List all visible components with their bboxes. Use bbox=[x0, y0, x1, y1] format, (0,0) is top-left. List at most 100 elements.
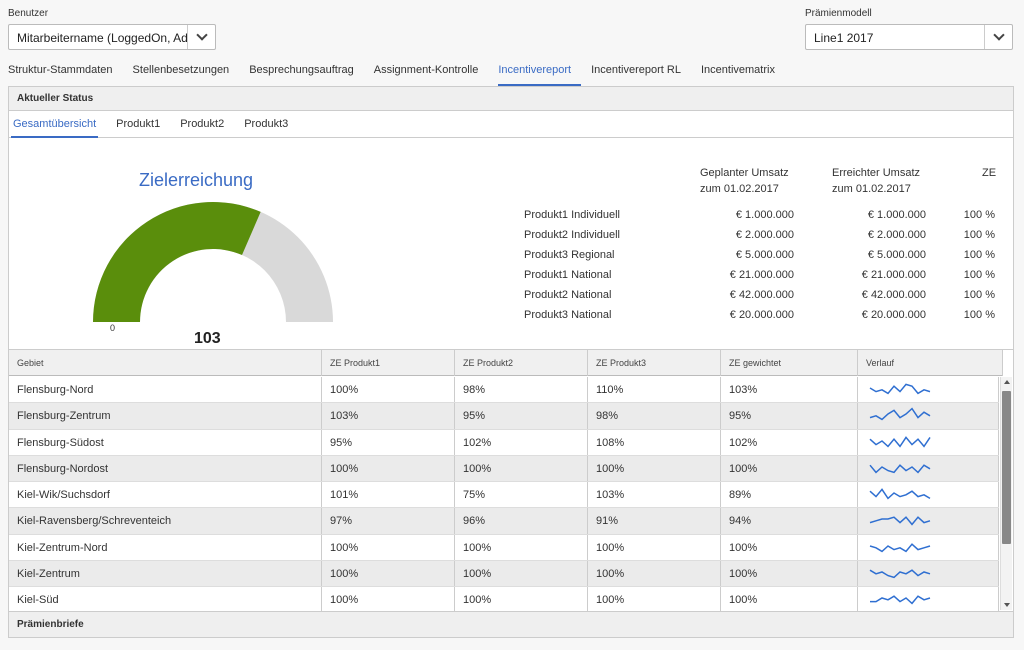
sparkline bbox=[869, 516, 931, 527]
cell-gebiet: Flensburg-Nord bbox=[9, 377, 322, 403]
scroll-down-icon[interactable] bbox=[1004, 603, 1010, 607]
summary-reached-value: € 42.000.000 bbox=[861, 289, 926, 301]
summary-row: Produkt2 Individuell € 2.000.000 € 2.000.0… bbox=[514, 229, 999, 249]
tab-assignment-kontrolle[interactable]: Assignment-Kontrolle bbox=[374, 62, 489, 86]
sparkline-line bbox=[869, 569, 931, 579]
table-row[interactable]: Flensburg-Nord 100% 98% 110% 103% bbox=[9, 377, 999, 404]
cell-ze-produkt3: 91% bbox=[588, 508, 721, 534]
col-ze-produkt3[interactable]: ZE Produkt3 bbox=[588, 350, 721, 376]
main-tabs: Struktur-Stammdaten Stellenbesetzungen B… bbox=[8, 62, 795, 86]
table-row[interactable]: Kiel-Wik/Suchsdorf 101% 75% 103% 89% bbox=[9, 482, 999, 509]
sparkline bbox=[869, 407, 931, 421]
chevron-down-icon bbox=[992, 29, 1005, 41]
cell-ze-produkt1: 100% bbox=[322, 455, 455, 482]
tab-struktur-stammdaten[interactable]: Struktur-Stammdaten bbox=[8, 62, 123, 86]
praemienmodell-label: Prämienmodell bbox=[805, 8, 872, 19]
praemienmodell-select[interactable]: Line1 2017 bbox=[805, 24, 1013, 50]
sparkline bbox=[869, 435, 931, 448]
summary-row: Produkt3 National € 20.000.000 € 20.000.00… bbox=[514, 309, 999, 329]
praemienmodell-dropdown-button[interactable] bbox=[984, 25, 1012, 49]
cell-ze-produkt1: 97% bbox=[322, 508, 455, 534]
status-panel: Aktueller Status Gesamtübersicht Produkt… bbox=[8, 86, 1014, 638]
cell-ze-produkt3: 110% bbox=[588, 377, 721, 403]
cell-ze-gewichtet: 100% bbox=[721, 561, 858, 587]
tab-gesamtuebersicht[interactable]: Gesamtübersicht bbox=[11, 112, 99, 138]
cell-ze-produkt1: 95% bbox=[322, 429, 455, 455]
summary-product-name: Produkt3 Regional bbox=[524, 249, 615, 261]
tab-incentivereport-rl[interactable]: Incentivereport RL bbox=[591, 62, 691, 86]
col-ze-produkt2[interactable]: ZE Produkt2 bbox=[455, 350, 588, 376]
col-gebiet[interactable]: Gebiet bbox=[9, 350, 322, 376]
cell-ze-produkt1: 101% bbox=[322, 482, 455, 508]
summary-ze-value: 100 % bbox=[963, 309, 995, 321]
gauge-fill bbox=[93, 202, 261, 322]
table-row[interactable]: Kiel-Zentrum-Nord 100% 100% 100% 100% bbox=[9, 534, 999, 562]
panel-title[interactable]: Aktueller Status bbox=[9, 87, 1013, 111]
sparkline bbox=[869, 542, 931, 553]
cell-ze-produkt3: 98% bbox=[588, 403, 721, 429]
sparkline-line bbox=[869, 488, 931, 500]
col-verlauf[interactable]: Verlauf bbox=[858, 350, 1003, 376]
cell-ze-produkt2: 75% bbox=[455, 482, 588, 508]
cell-ze-gewichtet: 100% bbox=[721, 455, 858, 482]
table-row[interactable]: Flensburg-Zentrum 103% 95% 98% 95% bbox=[9, 403, 999, 430]
cell-ze-gewichtet: 103% bbox=[721, 377, 858, 403]
praemienmodell-value: Line1 2017 bbox=[814, 31, 874, 45]
col-ze-gewichtet[interactable]: ZE gewichtet bbox=[721, 350, 858, 376]
table-row[interactable]: Kiel-Ravensberg/Schreventeich 97% 96% 91% 94… bbox=[9, 508, 999, 535]
table-row[interactable]: Kiel-Süd 100% 100% 100% 100% bbox=[9, 587, 999, 614]
summary-product-name: Produkt2 National bbox=[524, 289, 612, 301]
cell-ze-produkt3: 100% bbox=[588, 534, 721, 561]
grid-header: Gebiet ZE Produkt1 ZE Produkt2 ZE Produk… bbox=[9, 350, 1003, 376]
gauge-chart bbox=[93, 202, 333, 322]
scroll-up-icon[interactable] bbox=[1004, 380, 1010, 384]
sub-tabs: Gesamtübersicht Produkt1 Produkt2 Produk… bbox=[9, 112, 1013, 138]
summary-reached-value: € 21.000.000 bbox=[861, 269, 926, 281]
sparkline-line bbox=[869, 542, 931, 553]
table-row[interactable]: Flensburg-Nordost 100% 100% 100% 100% bbox=[9, 455, 999, 483]
tab-produkt2[interactable]: Produkt2 bbox=[178, 112, 226, 138]
benutzer-dropdown-button[interactable] bbox=[187, 25, 215, 49]
cell-ze-produkt1: 100% bbox=[322, 561, 455, 587]
summary-ze-value: 100 % bbox=[963, 269, 995, 281]
cell-ze-gewichtet: 95% bbox=[721, 403, 858, 429]
tab-produkt3[interactable]: Produkt3 bbox=[242, 112, 290, 138]
reached-header-line2: zum 01.02.2017 bbox=[832, 183, 911, 195]
summary-reached-value: € 2.000.000 bbox=[867, 229, 926, 241]
praemienbriefe-section[interactable]: Prämienbriefe bbox=[9, 611, 1013, 637]
cell-gebiet: Kiel-Wik/Suchsdorf bbox=[9, 482, 322, 508]
sparkline bbox=[869, 383, 931, 395]
cell-ze-produkt3: 100% bbox=[588, 587, 721, 613]
grid-scrollbar[interactable] bbox=[1000, 377, 1012, 610]
summary-planned-value: € 1.000.000 bbox=[735, 209, 794, 221]
summary-product-name: Produkt2 Individuell bbox=[524, 229, 621, 241]
planned-header-line2: zum 01.02.2017 bbox=[700, 183, 779, 195]
gauge-min-label: 0 bbox=[110, 323, 116, 333]
cell-ze-produkt2: 98% bbox=[455, 377, 588, 403]
tab-stellenbesetzungen[interactable]: Stellenbesetzungen bbox=[133, 62, 240, 86]
tab-produkt1[interactable]: Produkt1 bbox=[114, 112, 162, 138]
summary-row: Produkt1 National € 21.000.000 € 21.000.00… bbox=[514, 269, 999, 289]
gauge-value: 103 bbox=[194, 330, 221, 347]
reached-header: Erreichter Umsatz zum 01.02.2017 bbox=[832, 165, 920, 197]
cell-ze-produkt3: 100% bbox=[588, 455, 721, 482]
sparkline-line bbox=[869, 464, 931, 474]
reached-header-line1: Erreichter Umsatz bbox=[832, 167, 921, 179]
scrollbar-thumb[interactable] bbox=[1002, 391, 1011, 544]
tab-incentivematrix[interactable]: Incentivematrix bbox=[701, 62, 785, 86]
cell-ze-produkt1: 100% bbox=[322, 534, 455, 561]
sparkline-line bbox=[869, 383, 931, 395]
table-row[interactable]: Kiel-Zentrum 100% 100% 100% 100% bbox=[9, 561, 999, 588]
cell-ze-gewichtet: 89% bbox=[721, 482, 858, 508]
sparkline-line bbox=[870, 595, 931, 605]
cell-ze-produkt3: 100% bbox=[588, 561, 721, 587]
table-row[interactable]: Flensburg-Südost 95% 102% 108% 102% bbox=[9, 429, 999, 456]
col-ze-produkt1[interactable]: ZE Produkt1 bbox=[322, 350, 455, 376]
benutzer-select[interactable]: Mitarbeitername (LoggedOn, Adm bbox=[8, 24, 216, 50]
planned-header-line1: Geplanter Umsatz bbox=[700, 167, 789, 179]
cell-gebiet: Kiel-Zentrum-Nord bbox=[9, 534, 322, 561]
sparkline-line bbox=[869, 407, 931, 421]
tab-incentivereport[interactable]: Incentivereport bbox=[498, 62, 582, 86]
tab-besprechungsauftrag[interactable]: Besprechungsauftrag bbox=[249, 62, 364, 86]
planned-header: Geplanter Umsatz zum 01.02.2017 bbox=[700, 165, 789, 197]
